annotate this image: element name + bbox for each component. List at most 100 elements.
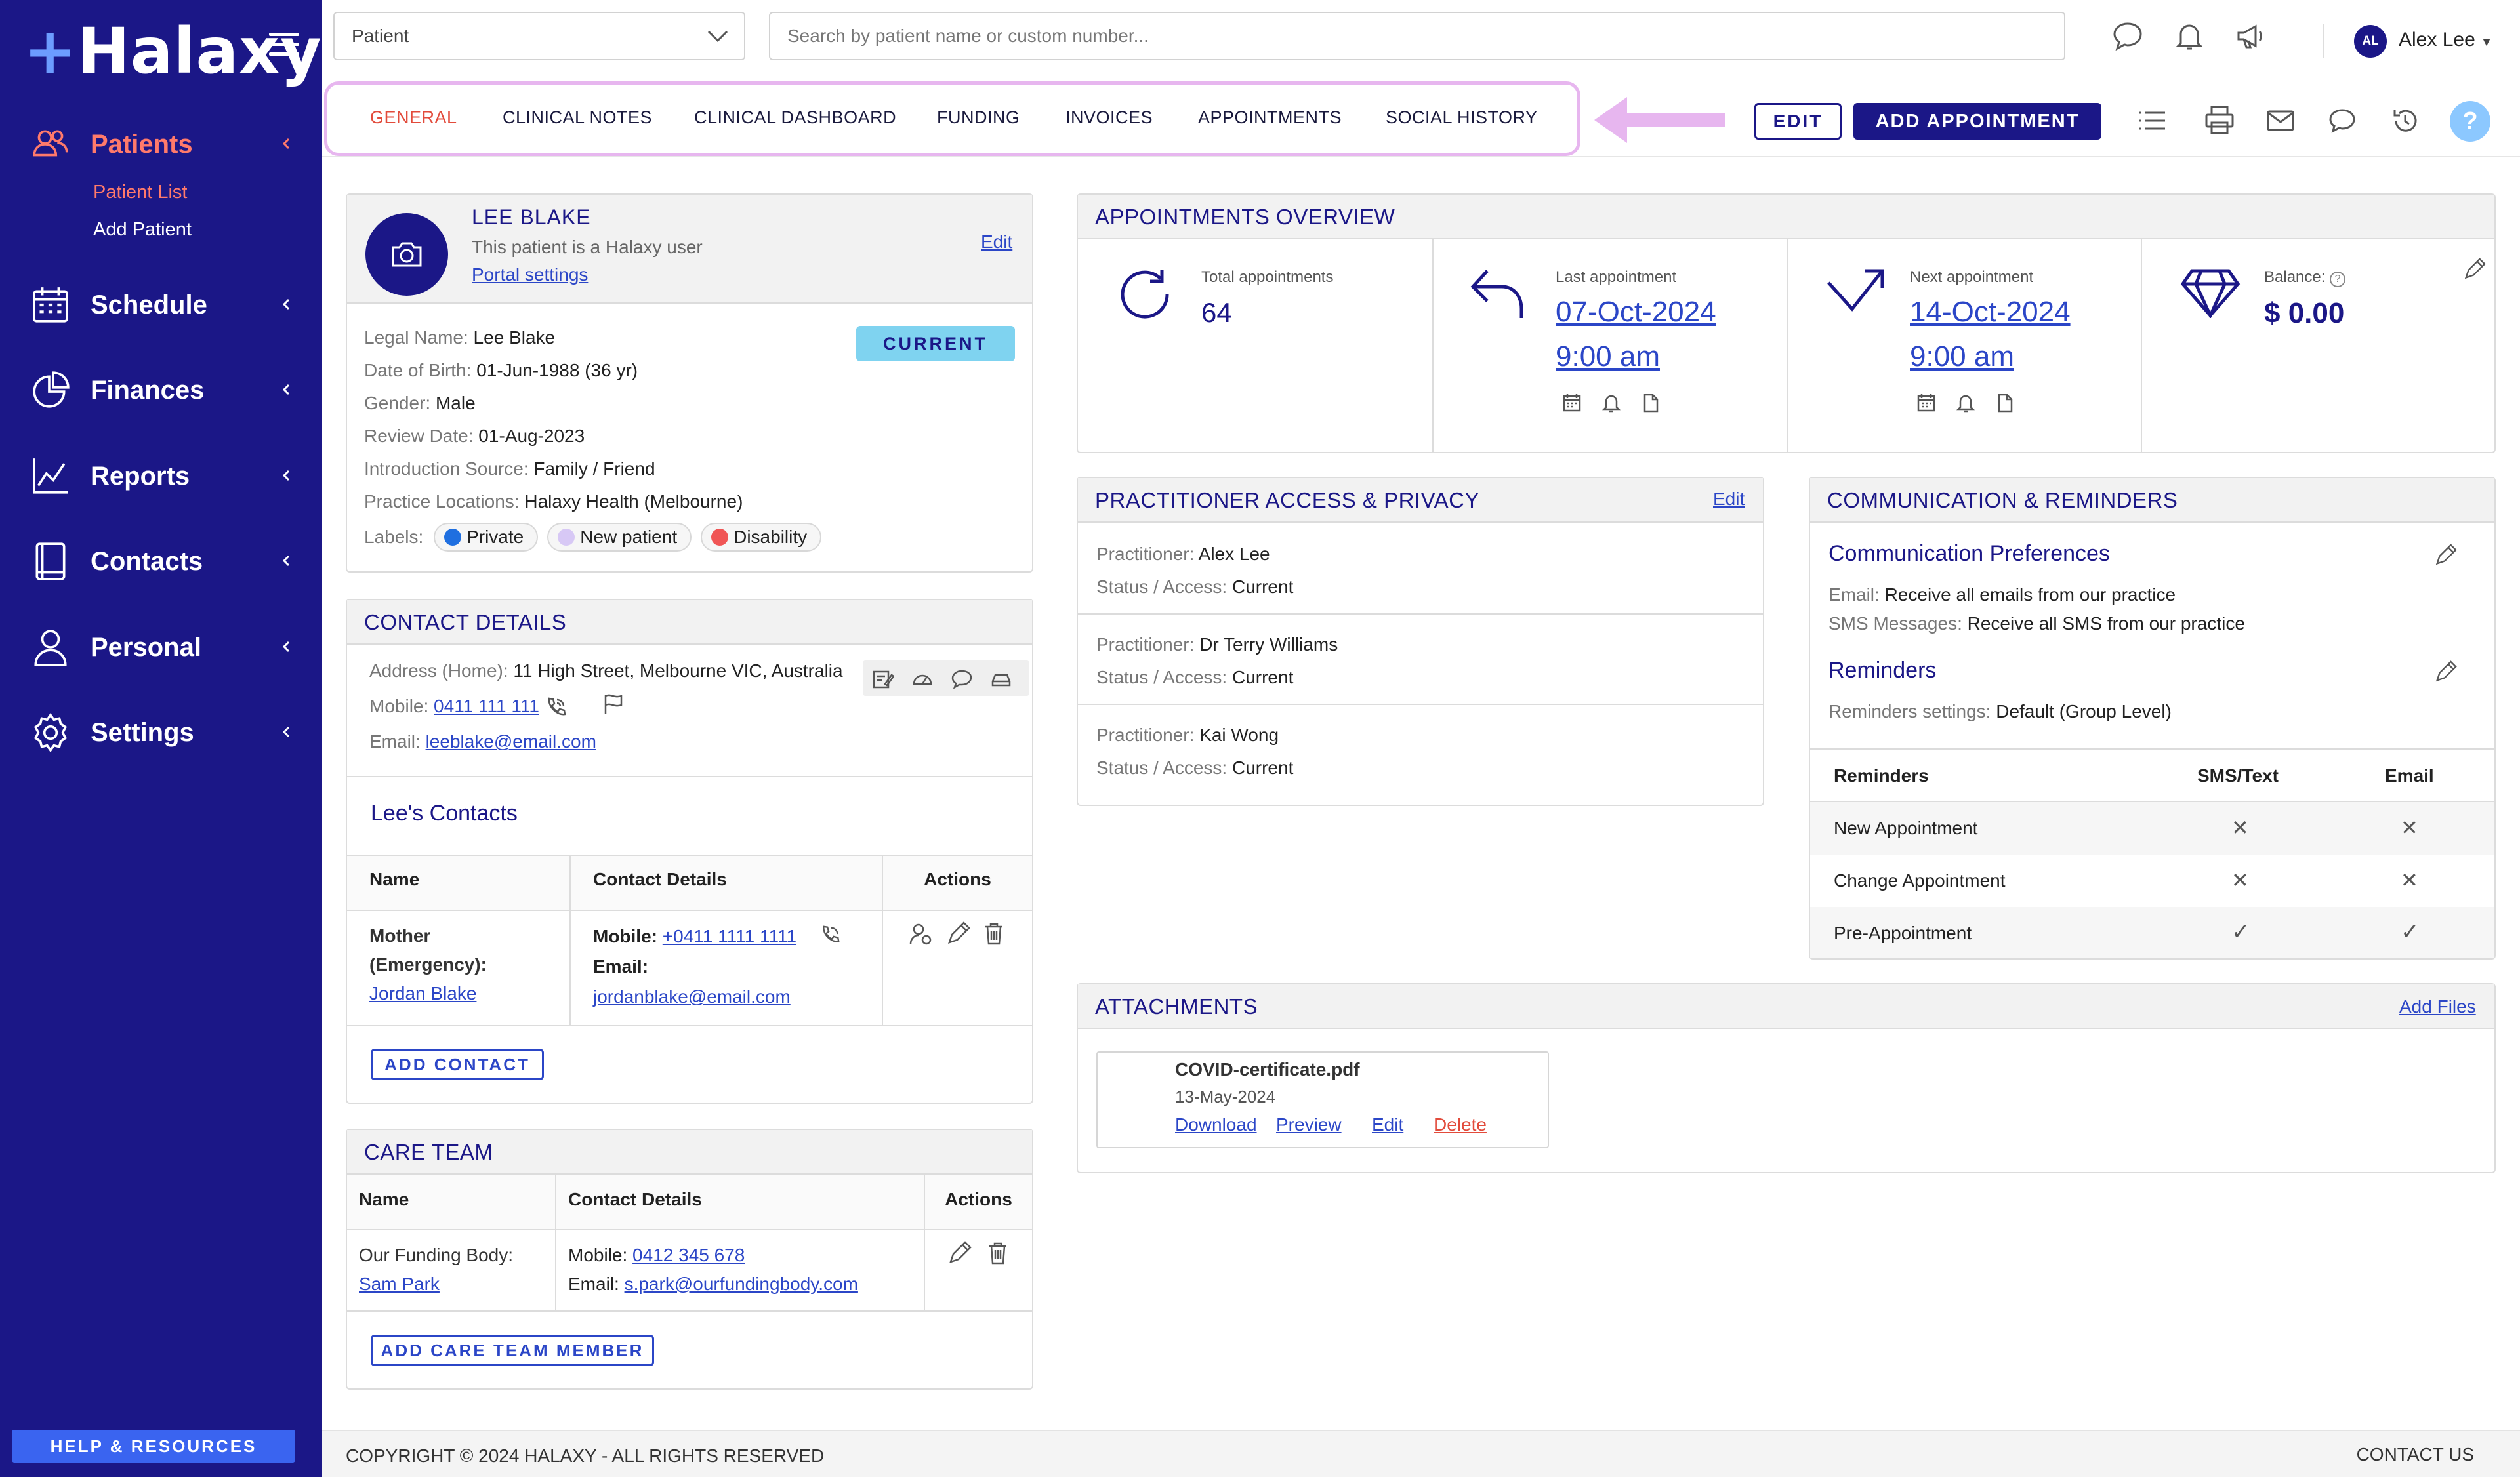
bell-icon[interactable] [2173,20,2206,52]
contact-email-link[interactable]: jordanblake@email.com [593,982,859,1012]
tab-clinical-dashboard[interactable]: CLINICAL DASHBOARD [694,108,896,128]
document-icon[interactable] [1995,393,2015,413]
chat-icon[interactable] [2111,20,2144,52]
care-name-link[interactable]: Sam Park [359,1270,543,1299]
mobile-link[interactable]: 0411 111 111 [434,696,539,716]
chat-bubble-icon[interactable] [951,668,973,689]
tab-funding[interactable]: FUNDING [937,108,1020,128]
megaphone-icon[interactable] [2235,20,2267,52]
portal-settings-link[interactable]: Portal settings [472,264,588,285]
label-pill-private[interactable]: Private [434,523,539,552]
pencil-icon[interactable] [2433,544,2457,567]
pencil-icon[interactable] [947,1241,972,1266]
patient-edit-link[interactable]: Edit [981,232,1012,253]
label-pill-disability[interactable]: Disability [701,523,822,552]
user-menu[interactable]: Alex Lee ▼ [2399,29,2492,51]
sidebar-item-settings[interactable]: Settings [30,706,306,759]
attachment-edit-link[interactable]: Edit [1372,1114,1403,1135]
add-care-team-member-button[interactable]: ADD CARE TEAM MEMBER [371,1335,654,1366]
sidebar-item-patients[interactable]: Patients [30,118,306,171]
pencil-icon[interactable] [945,921,970,946]
divider [347,776,1032,777]
sidebar-item-personal[interactable]: Personal [30,621,306,674]
care-email-link[interactable]: s.park@ourfundingbody.com [625,1274,858,1294]
email-pref-row: Email: Receive all emails from our pract… [1828,584,2176,605]
bell-icon[interactable] [1956,393,1975,413]
preview-link[interactable]: Preview [1276,1114,1342,1135]
list-icon[interactable] [2138,108,2166,134]
tab-appointments[interactable]: APPOINTMENTS [1198,108,1342,128]
contact-name-link[interactable]: Jordan Blake [369,979,547,1008]
add-files-link[interactable]: Add Files [2399,996,2476,1017]
sidebar-item-finances[interactable]: Finances [30,364,306,416]
speedometer-icon[interactable] [911,668,934,689]
mail-icon[interactable] [2266,109,2295,132]
user-settings-icon[interactable] [909,921,934,946]
pencil-icon[interactable] [2433,660,2457,684]
flag-icon[interactable] [602,692,625,716]
tab-social-history[interactable]: SOCIAL HISTORY [1386,108,1538,128]
sms-icon[interactable] [2328,106,2357,135]
sms-check-icon[interactable]: ✓ [2231,919,2250,945]
edit-note-icon[interactable] [872,668,894,689]
sms-cross-icon[interactable]: ✕ [2231,815,2249,840]
hamburger-menu-icon[interactable] [269,33,299,56]
practitioner-edit-link[interactable]: Edit [1713,489,1745,510]
care-team-title: CARE TEAM [347,1130,1032,1175]
delete-link[interactable]: Delete [1434,1114,1487,1135]
label-pill-new-patient[interactable]: New patient [547,523,692,552]
next-date-link[interactable]: 14-Oct-2024 [1910,296,2071,329]
column-header: Name [347,1175,556,1230]
patient-type-select[interactable]: Patient [333,12,745,60]
document-icon[interactable] [1641,393,1661,413]
avatar[interactable]: AL [2354,25,2387,58]
sidebar-subitem-patient-list[interactable]: Patient List [93,182,187,203]
balance-value: $ 0.00 [2264,297,2345,329]
phone-icon[interactable] [544,696,568,719]
download-link[interactable]: Download [1175,1114,1257,1135]
label-dot [558,529,575,546]
care-mobile-link[interactable]: 0412 345 678 [632,1245,745,1265]
next-time-link[interactable]: 9:00 am [1910,340,2014,373]
email-cross-icon[interactable]: ✕ [2401,815,2418,840]
trash-icon[interactable] [981,921,1006,946]
phone-icon[interactable] [819,924,841,946]
add-appointment-button[interactable]: ADD APPOINTMENT [1853,103,2101,140]
tab-general[interactable]: GENERAL [370,108,457,128]
add-contact-button[interactable]: ADD CONTACT [371,1049,544,1080]
pie-chart-icon [33,371,70,408]
printer-icon[interactable] [2204,105,2235,135]
sms-cross-icon[interactable]: ✕ [2231,868,2249,893]
patient-photo[interactable] [365,213,448,296]
sidebar-item-schedule[interactable]: Schedule [30,279,306,331]
status-value: Current [1231,577,1294,597]
contact-mobile-link[interactable]: +0411 1111 1111 [663,926,796,946]
help-resources-button[interactable]: HELP & RESOURCES [12,1430,295,1463]
calendar-icon[interactable] [1916,393,1936,413]
email-check-icon[interactable]: ✓ [2401,919,2420,945]
car-icon[interactable] [990,668,1012,689]
calendar-icon[interactable] [1562,393,1582,413]
help-icon[interactable]: ? [2450,101,2490,142]
sidebar-item-contacts[interactable]: Contacts [30,535,306,588]
bell-icon[interactable] [1601,393,1621,413]
column-header: Contact Details [569,855,883,911]
tab-clinical-notes[interactable]: CLINICAL NOTES [503,108,652,128]
info-icon[interactable]: ? [2330,272,2346,287]
caret-down-icon: ▼ [2481,35,2492,49]
search-input[interactable]: Search by patient name or custom number.… [769,12,2065,60]
sidebar-subitem-add-patient[interactable]: Add Patient [93,219,192,241]
tab-invoices[interactable]: INVOICES [1065,108,1153,128]
last-time-link[interactable]: 9:00 am [1556,340,1660,373]
email-cross-icon[interactable]: ✕ [2401,868,2418,893]
history-icon[interactable] [2391,106,2420,135]
edit-button[interactable]: EDIT [1754,103,1842,140]
sidebar-item-label: Settings [91,718,194,747]
sidebar-item-reports[interactable]: Reports [30,450,306,502]
trash-icon[interactable] [985,1241,1010,1266]
email-link[interactable]: leeblake@email.com [426,731,596,752]
last-date-link[interactable]: 07-Oct-2024 [1556,296,1716,329]
contact-us-link[interactable]: CONTACT US [2357,1444,2474,1465]
pencil-icon[interactable] [2462,258,2486,281]
field-label: Legal Name: [364,327,468,348]
